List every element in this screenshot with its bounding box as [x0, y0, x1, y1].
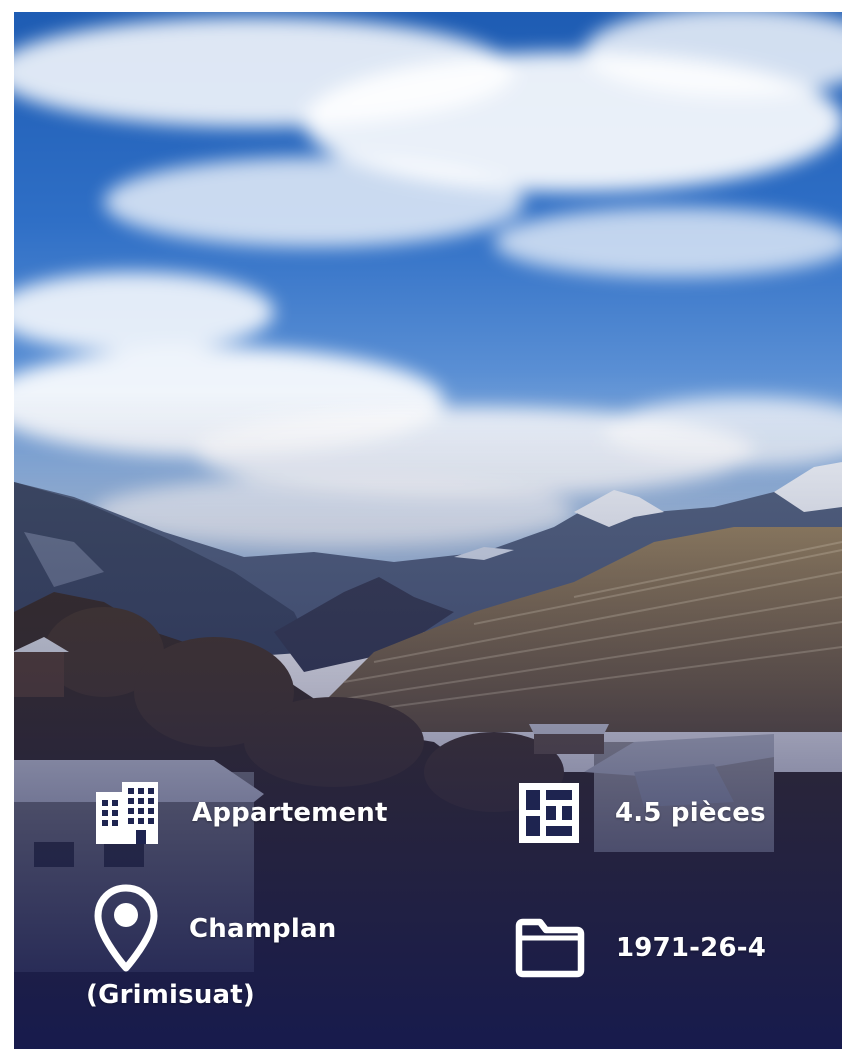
- floor-plan-icon: [519, 783, 579, 843]
- rooms-label: 4.5 pièces: [615, 798, 766, 828]
- building-icon: [96, 782, 158, 844]
- rooms-row: 4.5 pièces: [516, 780, 766, 846]
- location-municipality: (Grimisuat): [86, 980, 256, 1010]
- property-type-row: Appartement: [92, 778, 388, 848]
- reference-row: 1971-26-4: [514, 918, 766, 978]
- property-type-label: Appartement: [192, 798, 388, 828]
- listing-card[interactable]: Appartement 4.5 pièces Champlan (Grimisu…: [14, 12, 842, 1049]
- location-row: Champlan (Grimisuat): [86, 884, 446, 1014]
- map-pin-icon: [94, 884, 158, 972]
- reference-number: 1971-26-4: [616, 933, 767, 963]
- folder-icon: [515, 918, 585, 978]
- location-city: Champlan: [189, 914, 337, 944]
